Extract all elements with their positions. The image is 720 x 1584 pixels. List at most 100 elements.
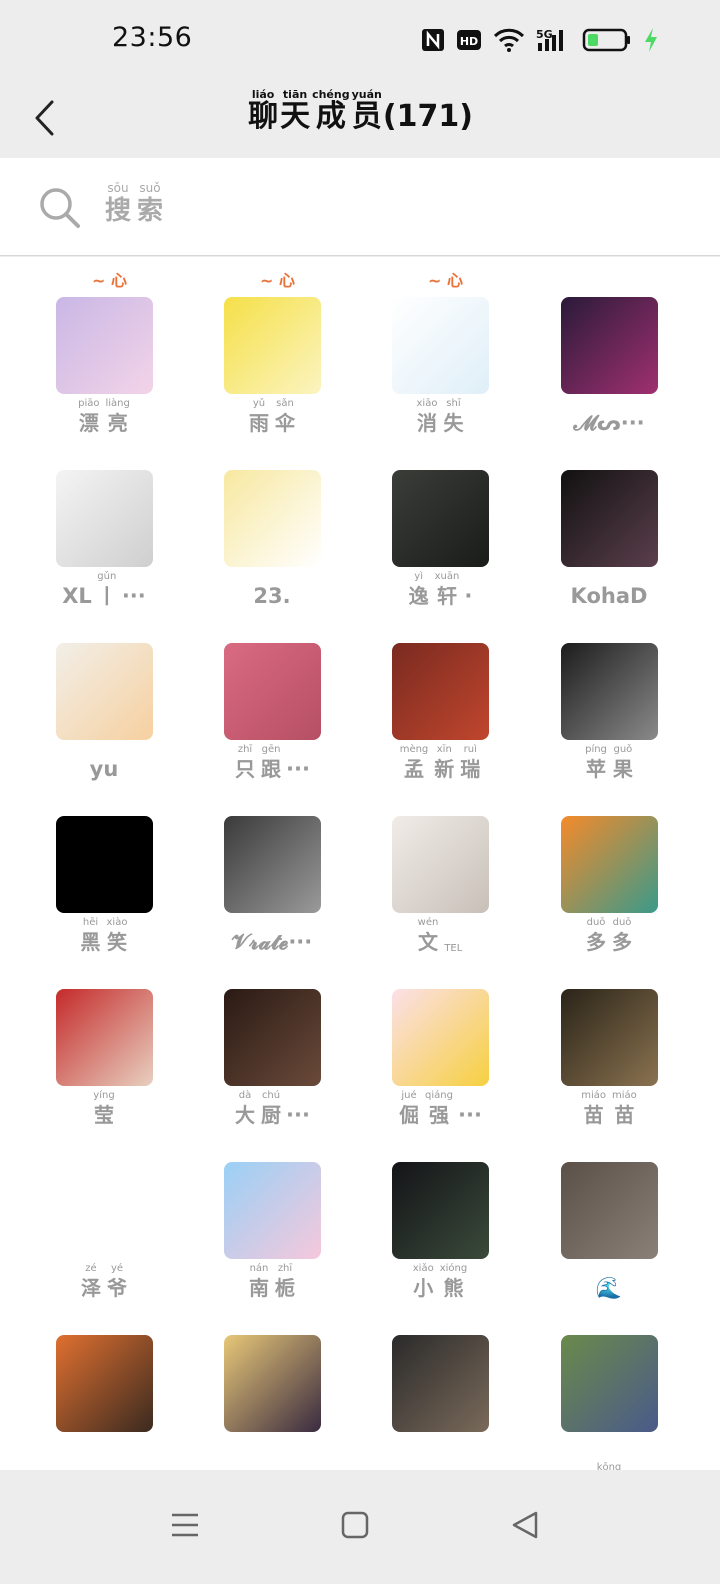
avatar[interactable] [55, 1335, 153, 1432]
hanzi: 熊 [443, 1276, 464, 1300]
name-char: miáo 苗 [612, 1090, 637, 1128]
avatar[interactable] [560, 1162, 658, 1259]
pinyin: kōng [596, 1462, 622, 1470]
search-char: suǒ 索 [137, 182, 163, 227]
avatar[interactable] [560, 1335, 658, 1432]
name-text: yu [89, 757, 119, 781]
back-nav-button[interactable] [500, 1500, 550, 1550]
avatar[interactable] [223, 297, 321, 394]
title-char: liáo 聊 [248, 88, 278, 133]
hanzi: 雨 [249, 411, 269, 435]
member-item[interactable]: XL gǔn 丨 ··· [44, 470, 164, 609]
avatar[interactable] [391, 470, 489, 567]
wifi-icon [492, 27, 526, 53]
member-item[interactable]: yu [44, 643, 164, 782]
name-char: yíng 莹 [93, 1090, 114, 1128]
member-item[interactable]: nán 南 zhī 栀 [212, 1162, 332, 1301]
avatar[interactable] [560, 643, 658, 740]
member-item[interactable]: zhī 只 gēn 跟 ··· [212, 643, 332, 782]
avatar[interactable] [391, 643, 489, 740]
name-text: KohaD [570, 584, 648, 608]
member-item[interactable]: xiǎo 小 xióng 熊 [380, 1162, 500, 1301]
avatar[interactable] [223, 643, 321, 740]
member-name: yíng 莹 [92, 1088, 115, 1128]
member-item[interactable]: 23. [212, 470, 332, 609]
avatar[interactable] [223, 1335, 321, 1432]
pinyin: nán [249, 1263, 269, 1274]
search-bar[interactable]: sōu 搜 suǒ 索 [0, 158, 720, 256]
avatar[interactable] [391, 1335, 489, 1432]
pinyin: liàng [105, 398, 130, 409]
member-item[interactable]: dà 大 chú 厨 ··· [212, 989, 332, 1128]
member-item[interactable]: yì 逸 xuān 轩 · [380, 470, 500, 609]
navigation-bar: liáo 聊 tiān 天 chéng 成 yuán 员 (171) [0, 80, 720, 158]
pinyin: yǔ [252, 398, 266, 409]
member-item[interactable]: kōng [549, 1335, 669, 1470]
pinyin: miáo [612, 1090, 637, 1101]
avatar[interactable] [55, 989, 153, 1086]
avatar[interactable] [55, 1162, 153, 1259]
hanzi: 倔 [399, 1103, 420, 1127]
pinyin: mèng [399, 744, 429, 755]
member-name: duō 多 duō 多 [585, 915, 633, 955]
member-item[interactable]: yǔ 雨 sǎn 伞 [212, 297, 332, 436]
avatar[interactable] [391, 816, 489, 913]
avatar[interactable] [391, 297, 489, 394]
avatar[interactable] [223, 989, 321, 1086]
member-item[interactable]: mèng 孟 xīn 新 ruì 瑞 [380, 643, 500, 782]
name-char: zhī 只 [235, 744, 255, 782]
pinyin: miáo [581, 1090, 606, 1101]
pinyin: xióng [439, 1263, 468, 1274]
avatar[interactable] [391, 1162, 489, 1259]
avatar[interactable] [560, 470, 658, 567]
hanzi: 员 [351, 99, 382, 134]
member-item[interactable]: jué 倔 qiáng 强 ··· [380, 989, 500, 1128]
avatar[interactable] [560, 989, 658, 1086]
name-char: chú 厨 [261, 1090, 281, 1128]
hanzi: 大 [235, 1103, 256, 1127]
member-item[interactable]: wén 文 TEL [380, 816, 500, 955]
home-button[interactable] [330, 1500, 380, 1550]
name-char: ruì 瑞 [460, 744, 480, 782]
member-item[interactable]: píng 苹 guǒ 果 [549, 643, 669, 782]
avatar[interactable] [55, 816, 153, 913]
name-ellipsis: ··· [458, 1103, 482, 1127]
name-char: hēi 黑 [81, 917, 101, 955]
member-item[interactable]: KohaD [549, 470, 669, 609]
avatar[interactable] [223, 470, 321, 567]
member-item[interactable] [44, 1335, 164, 1470]
avatar[interactable] [560, 297, 658, 394]
avatar[interactable] [55, 297, 153, 394]
hanzi: 强 [429, 1103, 450, 1127]
avatar[interactable] [55, 470, 153, 567]
avatar[interactable] [223, 1162, 321, 1259]
menu-button[interactable] [160, 1500, 210, 1550]
hanzi: 亮 [107, 411, 128, 435]
member-item[interactable]: duō 多 duō 多 [549, 816, 669, 955]
nfc-icon [420, 27, 446, 53]
name-char: píng 苹 [585, 744, 607, 782]
member-item[interactable]: xiāo 消 shī 失 [380, 297, 500, 436]
avatar[interactable] [223, 816, 321, 913]
member-item[interactable]: zé 泽 yé 爷 [44, 1162, 164, 1301]
member-name: nán 南 zhī 栀 [248, 1261, 296, 1301]
name-char: mèng 孟 [400, 744, 429, 782]
member-item[interactable] [212, 1335, 332, 1470]
member-item[interactable]: 𝓥𝓻𝓪𝓽𝓮··· [212, 816, 332, 955]
hanzi: 果 [612, 757, 633, 781]
avatar[interactable] [560, 816, 658, 913]
back-triangle-icon [512, 1511, 538, 1539]
member-item[interactable]: hēi 黑 xiào 笑 [44, 816, 164, 955]
member-item[interactable]: 𝓜ᔕ··· [549, 297, 669, 436]
avatar[interactable] [391, 989, 489, 1086]
member-item[interactable]: piāo 漂 liàng 亮 [44, 297, 164, 436]
member-item[interactable]: miáo 苗 miáo 苗 [549, 989, 669, 1128]
search-placeholder: sōu 搜 suǒ 索 [104, 182, 164, 227]
avatar[interactable] [55, 643, 153, 740]
name-char: yì 逸 [409, 571, 429, 609]
member-item[interactable] [380, 1335, 500, 1470]
member-item[interactable]: yíng 莹 [44, 989, 164, 1128]
pinyin: hēi [82, 917, 99, 928]
member-item[interactable]: 🌊 [549, 1162, 669, 1301]
member-name: kōng [596, 1434, 623, 1470]
